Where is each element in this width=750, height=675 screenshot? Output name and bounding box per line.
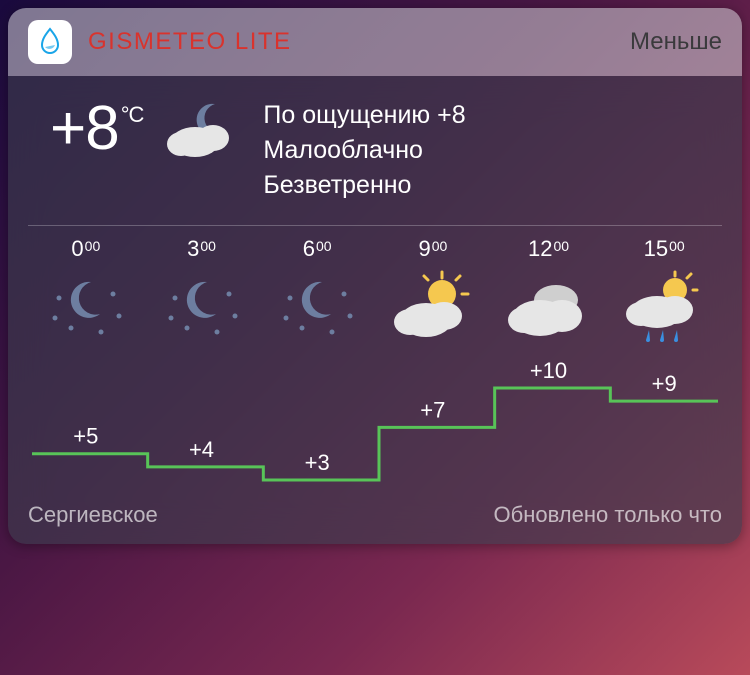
forecast-time: 1500 <box>644 236 685 262</box>
feels-like-label: По ощущению +8 <box>263 98 722 133</box>
forecast-time: 1200 <box>528 236 569 262</box>
hourly-forecast-row: 000 300 600 <box>28 236 722 348</box>
forecast-time: 300 <box>187 236 216 262</box>
temperature-chart: +5 +4 +3 +7 +10 +9 <box>28 348 722 498</box>
chart-temp-label: +4 <box>189 437 214 462</box>
chart-temp-label: +5 <box>73 424 98 449</box>
divider <box>28 225 722 226</box>
forecast-condition-icon <box>504 268 594 348</box>
forecast-slot: 900 <box>375 236 491 348</box>
temp-value: +8 <box>50 98 119 160</box>
forecast-slot: 300 <box>144 236 260 348</box>
forecast-time: 600 <box>303 236 332 262</box>
condition-line-2: Безветренно <box>263 168 722 203</box>
widget-header: GISMETEO LITE Меньше <box>8 8 742 76</box>
temp-unit: °C <box>121 104 144 126</box>
forecast-slot: 600 <box>259 236 375 348</box>
current-conditions: +8°C По ощущению +8 Малооблачно Безветре… <box>28 94 722 217</box>
condition-text-block: По ощущению +8 Малооблачно Безветренно <box>263 98 722 203</box>
weather-widget: GISMETEO LITE Меньше +8°C По ощущению +8… <box>8 8 742 544</box>
forecast-slot: 1200 <box>491 236 607 348</box>
updated-label: Обновлено только что <box>494 502 722 528</box>
forecast-slot: 1500 <box>606 236 722 348</box>
chart-temp-label: +7 <box>420 397 445 422</box>
forecast-condition-icon <box>157 268 247 348</box>
forecast-time: 900 <box>418 236 447 262</box>
location-label: Сергиевское <box>28 502 158 528</box>
widget-footer: Сергиевское Обновлено только что <box>28 502 722 528</box>
current-condition-icon <box>165 98 241 167</box>
current-temperature: +8°C <box>50 98 143 160</box>
forecast-time: 000 <box>71 236 100 262</box>
chart-temp-label: +9 <box>652 371 677 396</box>
widget-body: +8°C По ощущению +8 Малооблачно Безветре… <box>8 76 742 544</box>
forecast-condition-icon <box>272 268 362 348</box>
condition-line-1: Малооблачно <box>263 133 722 168</box>
chart-temp-label: +3 <box>305 450 330 475</box>
app-name-label: GISMETEO LITE <box>88 28 630 56</box>
forecast-condition-icon <box>388 268 478 348</box>
chart-temp-label: +10 <box>530 358 567 383</box>
forecast-condition-icon <box>41 268 131 348</box>
app-icon <box>28 20 72 64</box>
collapse-button[interactable]: Меньше <box>630 28 722 56</box>
forecast-condition-icon <box>619 268 709 348</box>
forecast-slot: 000 <box>28 236 144 348</box>
